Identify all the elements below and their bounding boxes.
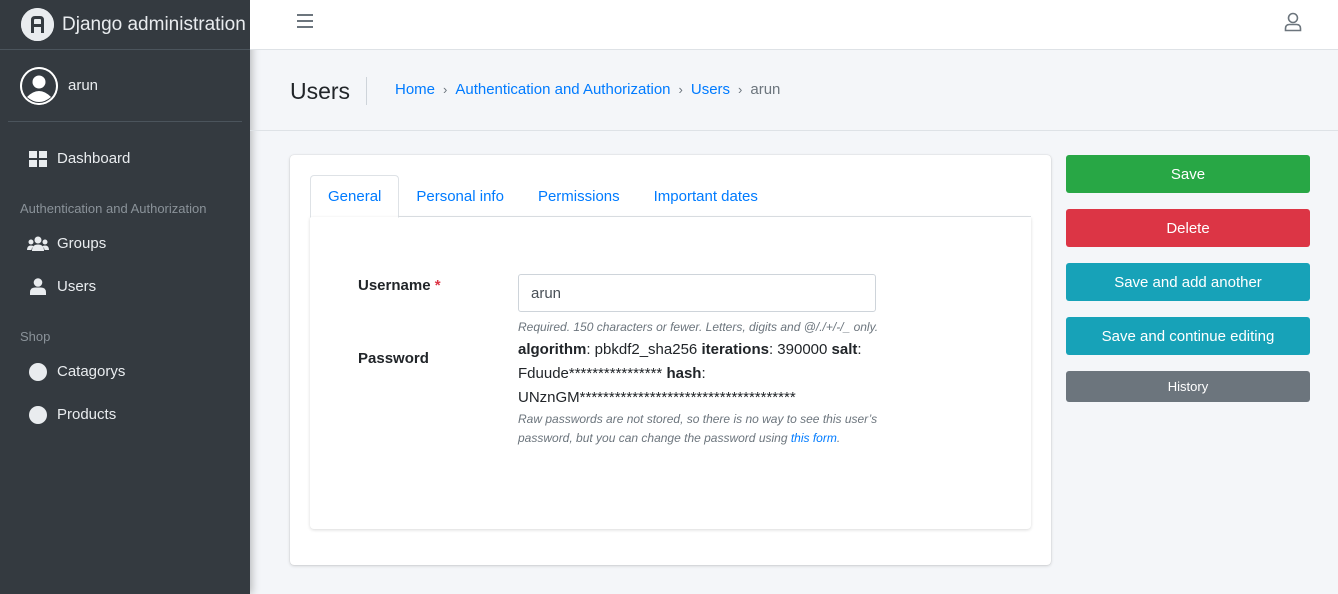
brand-link[interactable]: Django administration — [0, 0, 250, 50]
form-tabs: General Personal info Permissions Import… — [310, 175, 1031, 218]
breadcrumb-separator: › — [678, 82, 683, 97]
password-hash-summary: algorithm: pbkdf2_sha256 iterations: 390… — [518, 341, 862, 406]
sidebar-item-groups[interactable]: Groups — [0, 222, 250, 265]
breadcrumb-users[interactable]: Users — [691, 81, 730, 98]
users-group-icon — [27, 235, 49, 253]
password-help: Raw passwords are not stored, so there i… — [518, 412, 878, 445]
breadcrumb-current: arun — [750, 81, 781, 98]
tab-pane-general: Username * Required. 150 characters or f… — [310, 217, 1031, 529]
history-button[interactable]: History — [1066, 371, 1310, 402]
content-header: Users Home › Authentication and Authoriz… — [250, 50, 1338, 131]
sidebar-item-products[interactable]: Products — [0, 393, 250, 436]
top-navbar — [250, 0, 1338, 50]
sidebar-item-label: Users — [57, 278, 97, 295]
circle-icon — [27, 405, 49, 424]
breadcrumb-auth[interactable]: Authentication and Authorization — [455, 81, 670, 98]
circle-icon — [27, 362, 49, 381]
username-help: Required. 150 characters or fewer. Lette… — [518, 320, 879, 334]
sidebar-item-users[interactable]: Users — [0, 265, 250, 308]
required-mark: * — [434, 277, 441, 294]
menu-toggle-icon[interactable] — [297, 14, 313, 30]
breadcrumb-separator: › — [443, 82, 448, 97]
tab-important-dates[interactable]: Important dates — [637, 175, 775, 217]
user-form-card: General Personal info Permissions Import… — [290, 155, 1051, 565]
sidebar-item-dashboard[interactable]: Dashboard — [0, 137, 250, 180]
brand-title: Django administration — [62, 13, 246, 35]
user-avatar-icon — [20, 66, 58, 105]
change-password-link[interactable]: this form — [791, 431, 837, 445]
sidebar-item-label: Dashboard — [57, 150, 131, 167]
sidebar-section-auth: Authentication and Authorization — [20, 200, 207, 216]
sidebar-item-label: Catagorys — [57, 363, 126, 380]
user-name: arun — [68, 77, 99, 94]
tab-personal-info[interactable]: Personal info — [399, 175, 521, 217]
tab-general[interactable]: General — [310, 175, 400, 218]
dashboard-icon — [27, 150, 49, 168]
user-panel[interactable]: arun — [8, 50, 242, 122]
tab-permissions[interactable]: Permissions — [521, 175, 637, 217]
page-title: Users — [290, 77, 368, 105]
breadcrumb: Home › Authentication and Authorization … — [395, 81, 780, 98]
user-menu-icon[interactable] — [1284, 12, 1302, 32]
user-icon — [27, 278, 49, 296]
breadcrumb-home[interactable]: Home — [395, 81, 435, 98]
sidebar-item-label: Products — [57, 406, 117, 423]
delete-button[interactable]: Delete — [1066, 209, 1310, 247]
username-input[interactable] — [518, 274, 876, 312]
sidebar-item-label: Groups — [57, 235, 107, 252]
sidebar-section-shop: Shop — [20, 328, 51, 344]
sidebar-item-catagorys[interactable]: Catagorys — [0, 350, 250, 393]
save-button[interactable]: Save — [1066, 155, 1310, 193]
django-logo-icon — [21, 8, 54, 41]
password-label: Password — [358, 350, 429, 367]
username-label: Username * — [358, 277, 441, 294]
breadcrumb-separator: › — [738, 82, 743, 97]
save-and-add-another-button[interactable]: Save and add another — [1066, 263, 1310, 301]
sidebar: Django administration arun Dashboard Aut… — [0, 0, 250, 594]
save-and-continue-button[interactable]: Save and continue editing — [1066, 317, 1310, 355]
